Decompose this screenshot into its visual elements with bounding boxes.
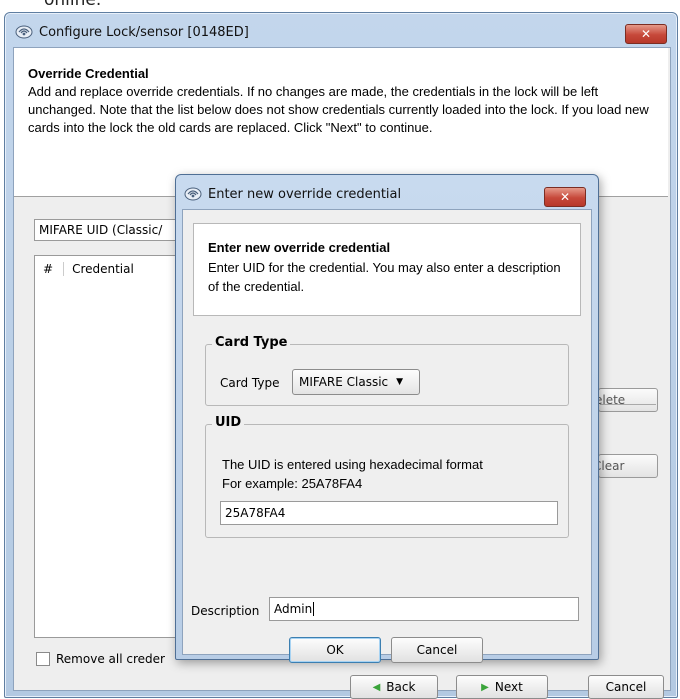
uid-input[interactable]: 25A78FA4 <box>220 501 558 525</box>
ok-button[interactable]: OK <box>289 637 381 663</box>
close-icon: ✕ <box>559 190 571 204</box>
close-icon: ✕ <box>640 27 652 41</box>
card-type-label: Card Type <box>220 376 280 390</box>
next-label: Next <box>494 680 523 694</box>
main-close-button[interactable]: ✕ <box>625 24 667 44</box>
dialog-title-bar: Enter new override credential <box>184 183 401 205</box>
text-cursor <box>313 602 315 616</box>
column-divider <box>63 262 65 276</box>
dialog-content: Enter new override credential Enter UID … <box>182 209 592 663</box>
description-input[interactable]: Admin <box>269 597 579 621</box>
clear-button[interactable]: Clear <box>593 454 658 478</box>
main-cancel-button[interactable]: Cancel <box>588 675 664 699</box>
uid-help-line-1: The UID is entered using hexadecimal for… <box>222 457 483 472</box>
remove-all-checkbox[interactable] <box>36 652 50 666</box>
ok-label: OK <box>326 643 344 657</box>
arrow-left-icon: ◀ <box>372 681 381 693</box>
dialog-cancel-button[interactable]: Cancel <box>391 637 483 663</box>
card-type-group: Card Type Card Type MIFARE Classic ▼ <box>205 335 569 406</box>
dialog-info-text: Enter UID for the credential. You may al… <box>208 260 561 294</box>
column-credential: Credential <box>72 262 134 276</box>
card-type-value: MIFARE Classic <box>299 375 389 389</box>
dialog-title: Enter new override credential <box>208 186 402 202</box>
lock-sensor-icon <box>184 187 202 201</box>
dialog-info-panel: Enter new override credential Enter UID … <box>193 223 581 316</box>
info-title: Override Credential <box>28 66 149 81</box>
background-text: online. <box>44 0 102 10</box>
main-window-title: Configure Lock/sensor [0148ED] <box>39 24 249 40</box>
main-cancel-label: Cancel <box>605 680 647 694</box>
description-label: Description <box>191 604 260 618</box>
dialog-cancel-label: Cancel <box>416 643 458 657</box>
side-divider <box>600 404 656 405</box>
info-text: Add and replace override credentials. If… <box>28 84 649 135</box>
lock-sensor-icon <box>15 25 33 39</box>
next-button[interactable]: ▶ Next <box>456 675 548 699</box>
arrow-right-icon: ▶ <box>481 681 489 693</box>
delete-button[interactable]: elete <box>595 388 658 412</box>
uid-value: 25A78FA4 <box>225 506 286 520</box>
main-title-bar: Configure Lock/sensor [0148ED] <box>15 20 665 44</box>
uid-group-title: UID <box>212 415 245 430</box>
description-value: Admin <box>274 602 313 616</box>
remove-all-row[interactable]: Remove all creder <box>36 652 165 666</box>
uid-help-line-2: For example: 25A78FA4 <box>222 476 363 491</box>
back-button[interactable]: ◀ Back <box>350 675 438 699</box>
dialog-info-title: Enter new override credential <box>208 240 391 255</box>
uid-help-text: The UID is entered using hexadecimal for… <box>222 455 562 493</box>
dialog-close-button[interactable]: ✕ <box>544 187 586 207</box>
card-type-group-title: Card Type <box>212 335 291 350</box>
remove-all-label: Remove all creder <box>56 652 165 666</box>
card-type-select[interactable]: MIFARE Classic ▼ <box>292 369 420 395</box>
uid-group: UID The UID is entered using hexadecimal… <box>205 415 569 538</box>
back-label: Back <box>386 680 416 694</box>
chevron-down-icon: ▼ <box>396 377 404 387</box>
column-number: # <box>43 262 54 276</box>
override-credential-dialog: Enter new override credential ✕ Enter ne… <box>175 174 599 663</box>
